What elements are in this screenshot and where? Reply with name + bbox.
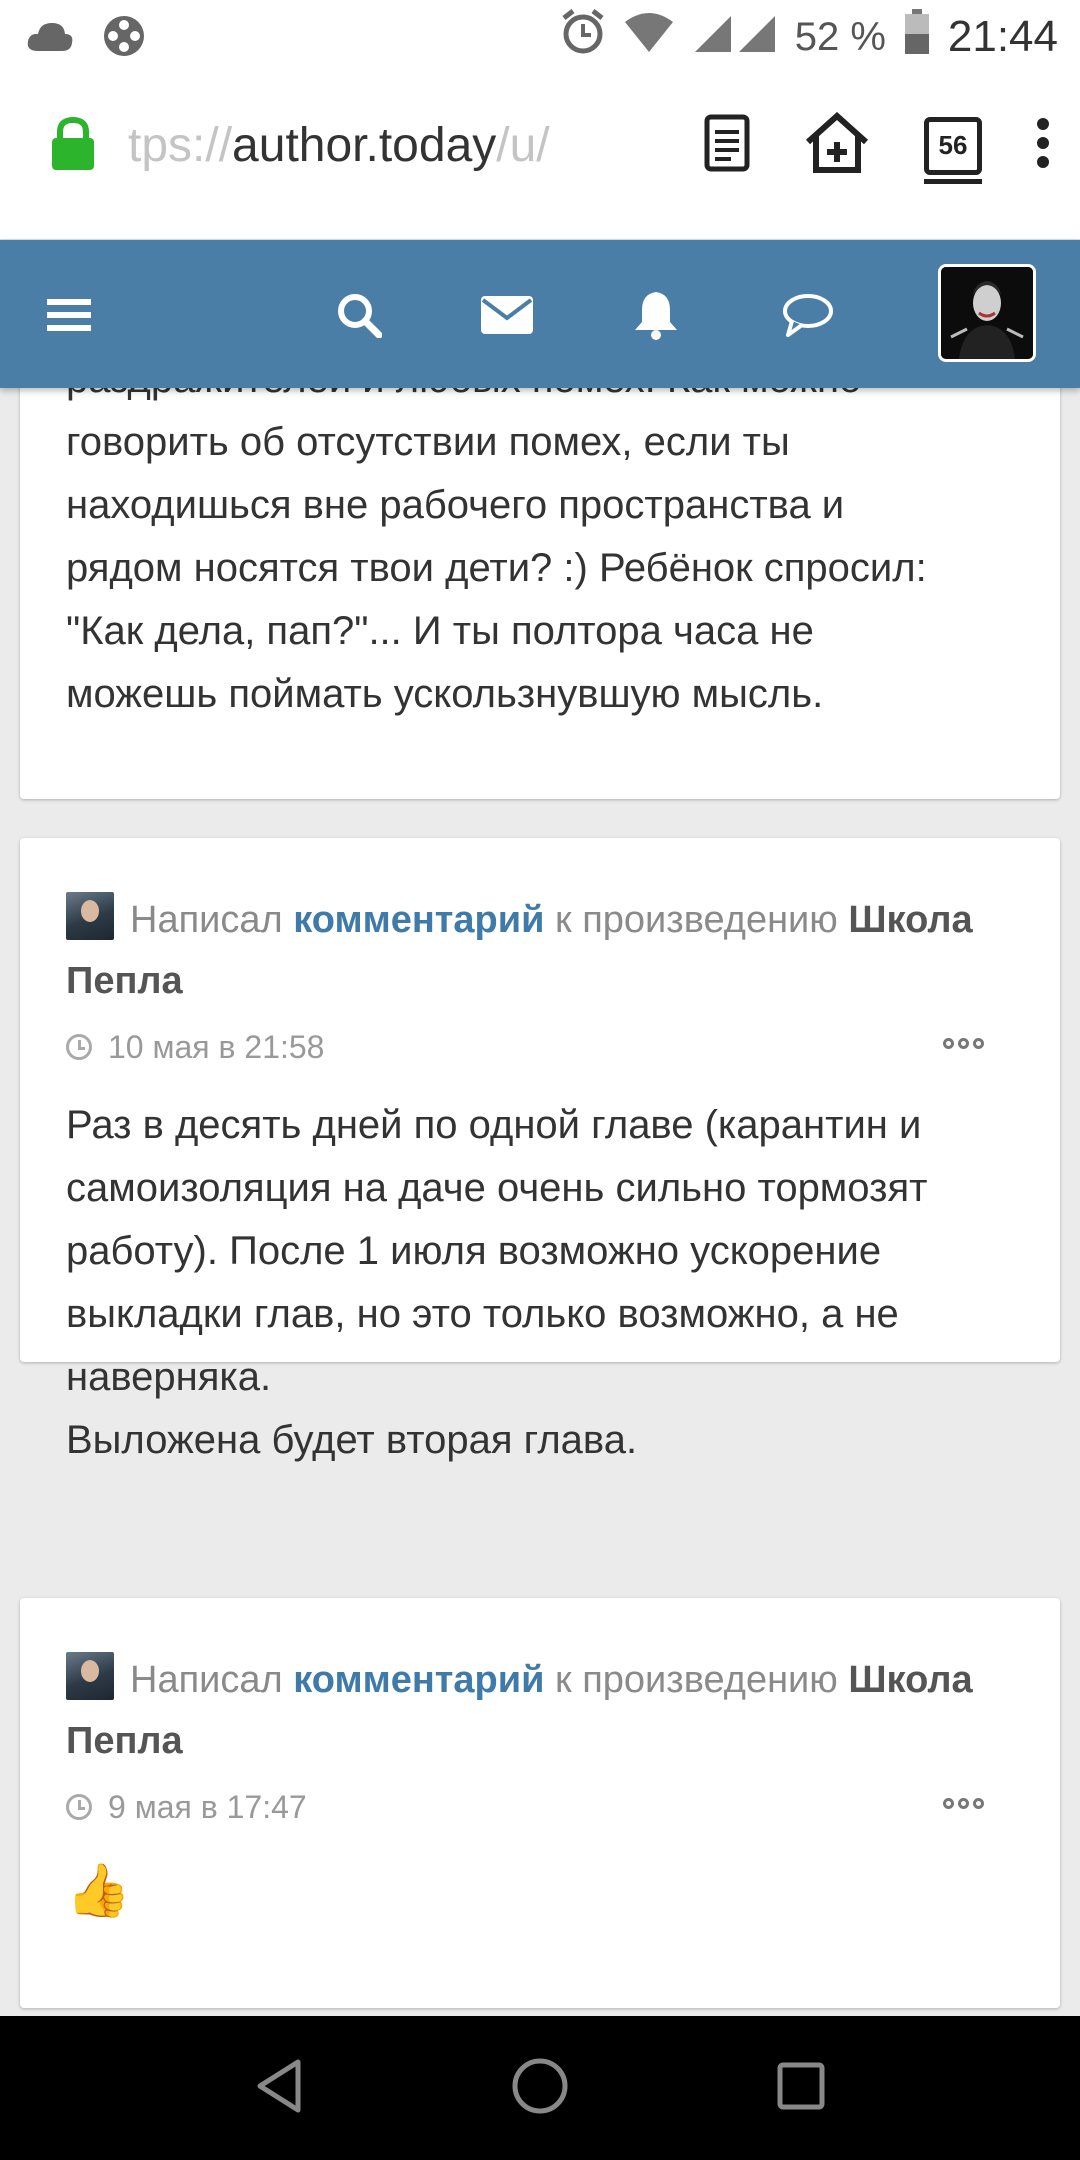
- lock-icon: [50, 116, 96, 175]
- feed-card: раздражителей и любых помех. Как можно г…: [20, 388, 1060, 799]
- clock-icon: [66, 1034, 92, 1060]
- more-icon[interactable]: [943, 1038, 984, 1049]
- card-meta: Написал комментарий к произведению Школа…: [66, 890, 1014, 1012]
- activity-feed: раздражителей и любых помех. Как можно г…: [0, 388, 1080, 2016]
- film-reel-icon: [102, 14, 146, 63]
- search-icon[interactable]: [334, 280, 384, 350]
- date-row: 9 мая в 17:47: [66, 1782, 1014, 1832]
- meta-middle: к произведению: [555, 899, 838, 941]
- back-icon[interactable]: [254, 2058, 304, 2119]
- card-meta: Написал комментарий к произведению Школа…: [66, 1650, 1014, 1772]
- battery-percent: 52 %: [794, 14, 886, 59]
- wifi-icon: [623, 12, 675, 62]
- author-avatar[interactable]: [66, 1652, 114, 1700]
- url-text[interactable]: tps://author.today/u/: [128, 118, 588, 173]
- battery-icon: [904, 9, 930, 65]
- site-header: [0, 240, 1080, 388]
- home-icon[interactable]: [511, 2057, 569, 2120]
- bell-icon[interactable]: [632, 280, 680, 350]
- comment-body: раздражителей и любых помех. Как можно г…: [66, 388, 927, 716]
- status-bar: 52 % 21:44: [0, 0, 1080, 72]
- comment-body: Раз в десять дней по одной главе (карант…: [66, 1103, 928, 1462]
- date-row: 10 мая в 21:58: [66, 1022, 1014, 1072]
- mail-icon[interactable]: [480, 280, 534, 350]
- address-bar[interactable]: tps://author.today/u/: [50, 116, 588, 175]
- system-nav-bar: [0, 2016, 1080, 2160]
- alarm-icon: [561, 8, 605, 66]
- add-to-home-icon[interactable]: [804, 111, 870, 179]
- clock-time: 21:44: [947, 12, 1058, 61]
- meta-middle: к произведению: [555, 1659, 838, 1701]
- signal-icon: [693, 12, 777, 62]
- browser-toolbar: tps://author.today/u/ 56: [0, 72, 1080, 240]
- thumbs-up-emoji: 👍: [66, 1862, 131, 1920]
- comment-link[interactable]: комментарий: [293, 1659, 544, 1701]
- feed-card: Написал комментарий к произведению Школа…: [20, 1598, 1060, 2008]
- clock-icon: [66, 1794, 92, 1820]
- chat-icon[interactable]: [782, 280, 834, 350]
- author-avatar[interactable]: [66, 892, 114, 940]
- comment-link[interactable]: комментарий: [293, 899, 544, 941]
- overflow-menu-icon[interactable]: [1036, 118, 1050, 173]
- cloud-icon: [26, 19, 74, 58]
- menu-icon[interactable]: [46, 280, 92, 350]
- user-avatar[interactable]: [938, 264, 1036, 362]
- feed-card: Написал комментарий к произведению Школа…: [20, 838, 1060, 1462]
- comment-date: 10 мая в 21:58: [108, 1028, 325, 1065]
- tabs-icon[interactable]: 56: [924, 116, 982, 184]
- meta-prefix: Написал: [130, 1659, 283, 1701]
- recents-icon[interactable]: [776, 2061, 826, 2116]
- comment-date: 9 мая в 17:47: [108, 1788, 307, 1825]
- more-icon[interactable]: [943, 1798, 984, 1809]
- reader-mode-icon[interactable]: [704, 114, 750, 177]
- meta-prefix: Написал: [130, 899, 283, 941]
